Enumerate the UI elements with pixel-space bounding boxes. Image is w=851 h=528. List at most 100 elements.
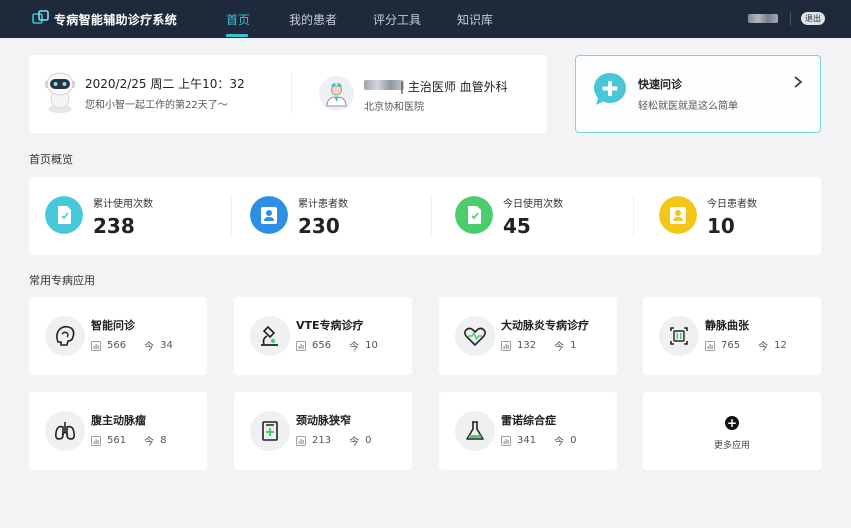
app-total-count: 132 [517, 340, 537, 351]
chevron-right-icon[interactable] [793, 75, 803, 89]
app-card-vte[interactable]: VTE专病诊疗 656 今 10 [234, 297, 412, 375]
robot-assistant-icon [45, 72, 75, 113]
current-datetime: 2020/2/25 周二 上午10：32 [85, 77, 245, 91]
brain-icon [45, 316, 85, 356]
tab-knowledge-base[interactable]: 知识库 [457, 11, 493, 28]
app-card-aaa[interactable]: 腹主动脉瘤 561 今 8 [29, 392, 207, 470]
app-total-count: 765 [721, 340, 741, 351]
medical-record-icon [250, 411, 290, 451]
usage-count-icon [296, 435, 306, 446]
stat-today-patients: 今日患者数 10 [643, 177, 821, 255]
doctor-name-redacted [364, 80, 404, 90]
app-stats: 765 今 12 [705, 338, 787, 353]
doctor-avatar-icon [319, 76, 354, 111]
app-total-count: 561 [107, 435, 127, 446]
doctor-hospital: 北京协和医院 [364, 102, 424, 113]
app-total-count: 213 [312, 435, 332, 446]
usage-count-icon [705, 340, 715, 351]
app-stats: 656 今 10 [296, 338, 378, 353]
app-stats: 213 今 0 [296, 433, 371, 448]
user-icon [659, 196, 697, 234]
tab-my-patients[interactable]: 我的患者 [289, 11, 337, 28]
app-today-count: 0 [365, 435, 372, 446]
stat-total-uses: 累计使用次数 238 [29, 177, 229, 255]
more-apps-card[interactable]: + 更多应用 [643, 392, 821, 470]
today-label: 今 [144, 437, 155, 448]
stat-divider [431, 197, 432, 235]
plus-icon: + [725, 416, 739, 430]
tab-home[interactable]: 首页 [226, 11, 250, 28]
lungs-icon [45, 411, 85, 451]
app-stats: 132 今 1 [501, 338, 576, 353]
app-card-varicose[interactable]: 静脉曲张 765 今 12 [643, 297, 821, 375]
more-apps-label: 更多应用 [713, 441, 750, 451]
stat-divider [633, 197, 634, 235]
logout-button[interactable]: 退出 [801, 12, 825, 25]
app-total-count: 566 [107, 340, 127, 351]
doctor-title: | 主治医师 血管外科 [400, 80, 508, 94]
stat-total-patients: 累计患者数 230 [234, 177, 434, 255]
app-stats: 561 今 8 [91, 433, 166, 448]
top-divider [790, 12, 791, 26]
chat-plus-icon [594, 73, 626, 105]
app-name: 智能问诊 [91, 319, 135, 332]
stat-divider [231, 197, 232, 235]
app-title: 专病智能辅助诊疗系统 [54, 13, 178, 27]
stat-label: 今日使用次数 [503, 199, 563, 210]
today-label: 今 [144, 342, 155, 353]
app-today-count: 8 [160, 435, 167, 446]
app-name: 大动脉炎专病诊疗 [501, 319, 589, 332]
today-label: 今 [758, 342, 769, 353]
stat-value: 10 [707, 214, 735, 238]
app-card-raynaud[interactable]: 雷诺综合症 341 今 0 [439, 392, 617, 470]
heart-pulse-icon [455, 316, 495, 356]
today-label: 今 [554, 437, 565, 448]
overview-stats-card: 累计使用次数 238 累计患者数 230 今日使用次数 45 今日患者数 10 [29, 177, 821, 255]
top-bar: 专病智能辅助诊疗系统 首页 我的患者 评分工具 知识库 退出 [0, 0, 851, 38]
vein-icon [659, 316, 699, 356]
usage-count-icon [91, 340, 101, 351]
usage-count-icon [91, 435, 101, 446]
stat-label: 累计患者数 [298, 199, 348, 210]
user-icon [250, 196, 288, 234]
document-icon [455, 196, 493, 234]
overview-section-title: 首页概览 [29, 153, 73, 166]
stat-label: 今日患者数 [707, 199, 757, 210]
app-name: 静脉曲张 [705, 319, 749, 332]
usage-count-icon [296, 340, 306, 351]
app-name: 雷诺综合症 [501, 414, 556, 427]
app-today-count: 1 [570, 340, 577, 351]
today-label: 今 [349, 342, 360, 353]
stat-value: 45 [503, 214, 531, 238]
today-label: 今 [349, 437, 360, 448]
info-divider [291, 73, 292, 113]
greeting-text: 您和小智一起工作的第22天了～ [85, 100, 228, 111]
tab-active-indicator [226, 34, 248, 37]
quick-consult-subtitle: 轻松就医就是这么简单 [638, 101, 738, 112]
logo-icon [32, 10, 49, 24]
stat-value: 230 [298, 214, 340, 238]
tab-score-tools[interactable]: 评分工具 [373, 11, 421, 28]
document-icon [45, 196, 83, 234]
app-name: 腹主动脉瘤 [91, 414, 146, 427]
app-today-count: 34 [160, 340, 173, 351]
user-name-redacted[interactable] [748, 14, 778, 23]
app-total-count: 656 [312, 340, 332, 351]
stat-today-uses: 今日使用次数 45 [439, 177, 639, 255]
quick-consult-card[interactable]: 快速问诊 轻松就医就是这么简单 [575, 55, 821, 133]
app-total-count: 341 [517, 435, 537, 446]
app-today-count: 12 [774, 340, 787, 351]
stat-value: 238 [93, 214, 135, 238]
app-card-smart-consult[interactable]: 智能问诊 566 今 34 [29, 297, 207, 375]
stat-label: 累计使用次数 [93, 199, 153, 210]
app-card-carotid[interactable]: 颈动脉狭窄 213 今 0 [234, 392, 412, 470]
app-today-count: 0 [570, 435, 577, 446]
app-name: VTE专病诊疗 [296, 319, 364, 332]
quick-consult-title: 快速问诊 [638, 78, 682, 91]
app-stats: 566 今 34 [91, 338, 173, 353]
usage-count-icon [501, 435, 511, 446]
app-card-takayasu[interactable]: 大动脉炎专病诊疗 132 今 1 [439, 297, 617, 375]
microscope-icon [250, 316, 290, 356]
usage-count-icon [501, 340, 511, 351]
app-stats: 341 今 0 [501, 433, 576, 448]
